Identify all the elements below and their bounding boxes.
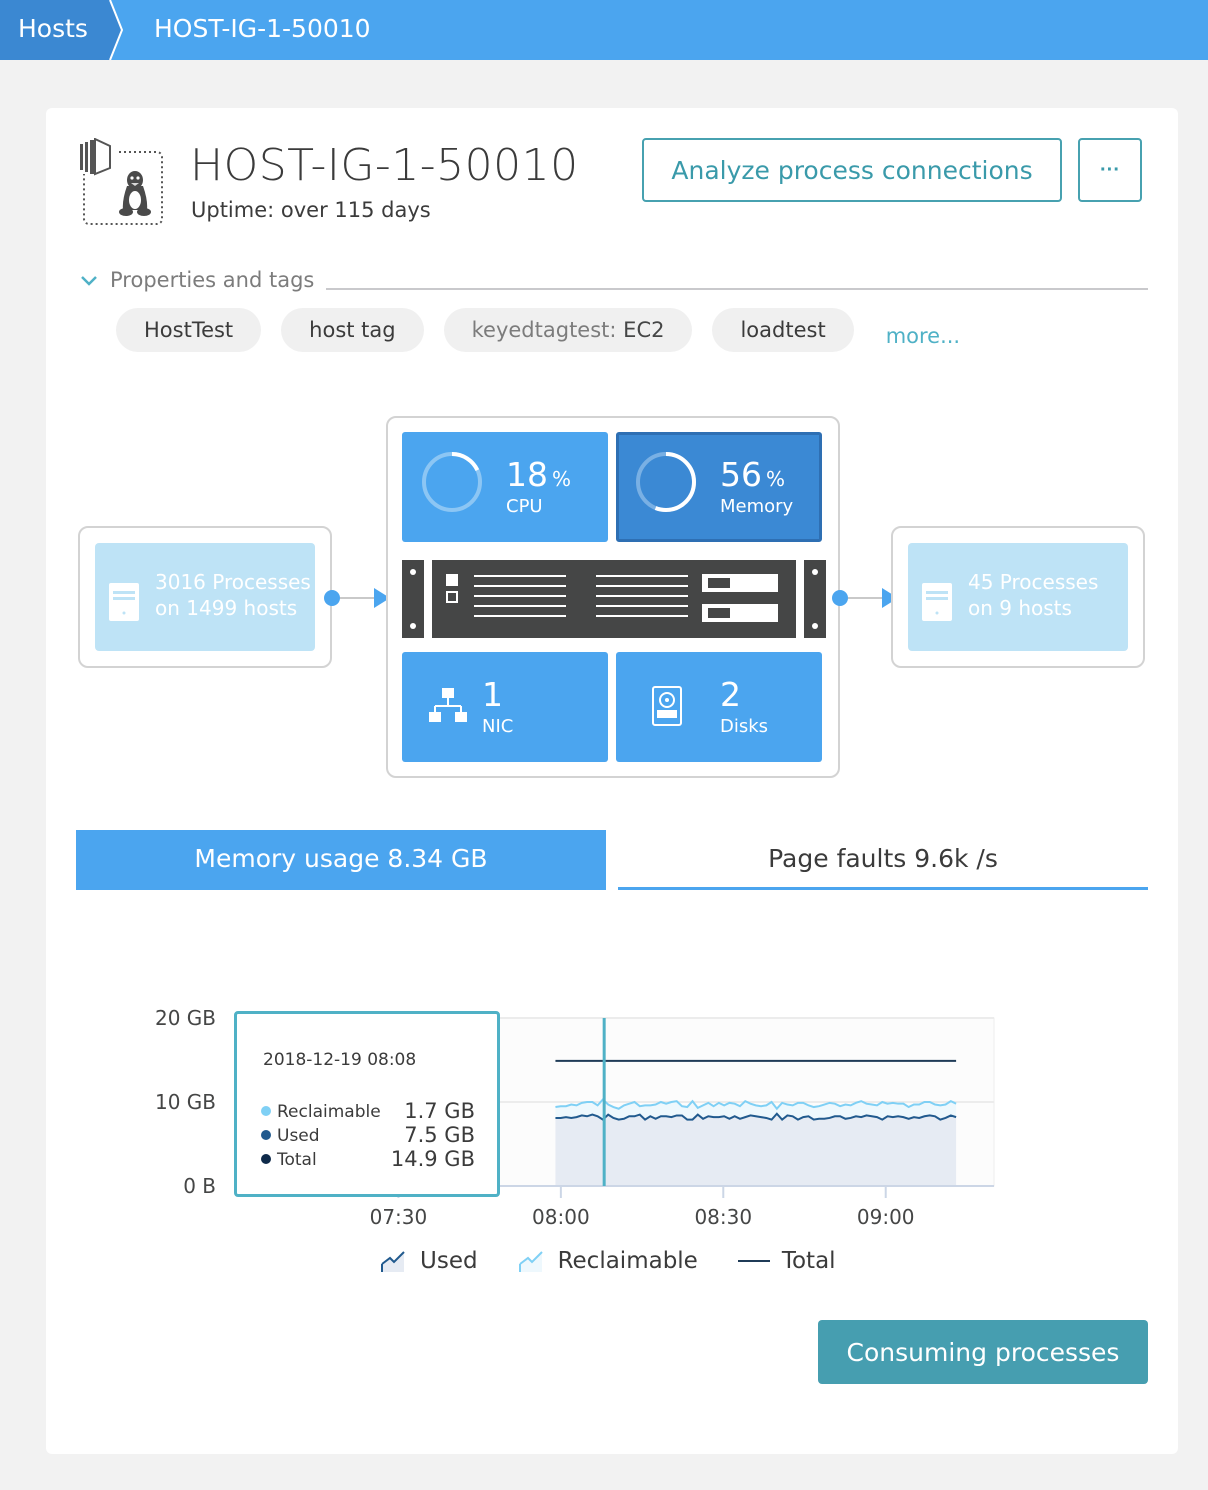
y-tick-label: 0 B bbox=[183, 1174, 216, 1198]
tooltip-row-name: Used bbox=[277, 1126, 320, 1146]
reclaimable-dot-icon bbox=[261, 1106, 271, 1116]
total-dot-icon bbox=[261, 1154, 271, 1164]
legend-item-total[interactable]: Total bbox=[737, 1248, 836, 1274]
chart-legend: Used Reclaimable Total bbox=[380, 1248, 876, 1274]
tooltip-row-value: 1.7 GB bbox=[404, 1099, 475, 1123]
chart-tooltip: 2018-12-19 08:08 Reclaimable 1.7 GB Used… bbox=[234, 1011, 500, 1197]
breadcrumb: Hosts HOST-IG-1-50010 bbox=[0, 0, 1208, 60]
tooltip-row-value: 7.5 GB bbox=[404, 1123, 475, 1147]
legend-label: Used bbox=[420, 1248, 478, 1274]
tooltip-row-name: Total bbox=[277, 1150, 317, 1170]
line-total-icon bbox=[737, 1260, 770, 1262]
x-tick-label: 08:00 bbox=[532, 1205, 590, 1229]
y-tick-label: 20 GB bbox=[155, 1006, 216, 1030]
tooltip-row-reclaimable: Reclaimable 1.7 GB bbox=[261, 1099, 475, 1123]
y-tick-label: 10 GB bbox=[155, 1090, 216, 1114]
tooltip-row-value: 14.9 GB bbox=[390, 1147, 475, 1171]
host-card: HOST-IG-1-50010 Uptime: over 115 days An… bbox=[46, 108, 1178, 1454]
tooltip-row-used: Used 7.5 GB bbox=[261, 1123, 475, 1147]
tooltip-row-total: Total 14.9 GB bbox=[261, 1147, 475, 1171]
x-tick-label: 07:30 bbox=[370, 1205, 428, 1229]
used-dot-icon bbox=[261, 1130, 271, 1140]
area-reclaimable-icon bbox=[518, 1251, 543, 1272]
legend-item-used[interactable]: Used bbox=[380, 1248, 478, 1274]
consuming-processes-button[interactable]: Consuming processes bbox=[818, 1320, 1148, 1384]
legend-label: Total bbox=[781, 1248, 836, 1274]
used-area bbox=[555, 1113, 957, 1186]
legend-label: Reclaimable bbox=[557, 1248, 698, 1274]
x-tick-label: 09:00 bbox=[857, 1205, 915, 1229]
breadcrumb-separator-icon bbox=[109, 0, 124, 60]
x-tick-label: 08:30 bbox=[694, 1205, 752, 1229]
breadcrumb-current-host: HOST-IG-1-50010 bbox=[154, 14, 371, 43]
area-used-icon bbox=[381, 1251, 405, 1272]
tooltip-date: 2018-12-19 08:08 bbox=[263, 1050, 417, 1070]
legend-item-reclaimable[interactable]: Reclaimable bbox=[518, 1248, 698, 1274]
tooltip-row-name: Reclaimable bbox=[277, 1102, 381, 1122]
